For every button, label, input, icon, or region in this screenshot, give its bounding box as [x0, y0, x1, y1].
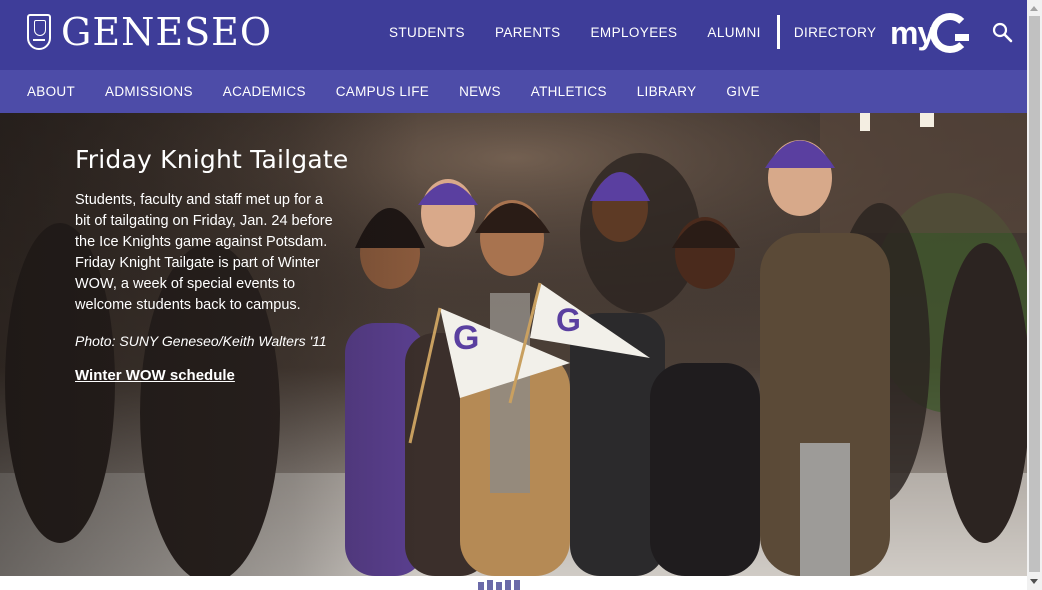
winter-wow-schedule-link[interactable]: Winter WOW schedule	[75, 365, 235, 386]
scroll-down-arrow-icon[interactable]	[1030, 579, 1038, 584]
hero-title: Friday Knight Tailgate	[75, 145, 349, 174]
nav-item-admissions[interactable]: ADMISSIONS	[105, 84, 193, 99]
mygeneseo-g-mark	[930, 13, 971, 53]
nav-item-athletics[interactable]: ATHLETICS	[531, 84, 607, 99]
hero-slide: G G Friday Knight Tailgate Students, fac…	[0, 113, 1027, 576]
main-nav: ABOUT ADMISSIONS ACADEMICS CAMPUS LIFE N…	[0, 70, 1027, 113]
utility-link-parents[interactable]: PARENTS	[495, 25, 561, 40]
pennant-letter: G	[453, 319, 479, 357]
hero-caption: Friday Knight Tailgate Students, faculty…	[75, 143, 349, 386]
mygeneseo-logo-icon[interactable]: my	[890, 12, 971, 54]
nav-item-academics[interactable]: ACADEMICS	[223, 84, 306, 99]
heading-fragment	[487, 580, 493, 590]
hero-body: Students, faculty and staff met up for a…	[75, 192, 333, 313]
college-seal-icon	[27, 14, 51, 50]
nav-item-give[interactable]: GIVE	[726, 84, 759, 99]
search-icon[interactable]	[990, 20, 1014, 44]
utility-link-employees[interactable]: EMPLOYEES	[591, 25, 678, 40]
utility-divider	[776, 15, 780, 49]
utility-link-directory[interactable]: DIRECTORY	[794, 25, 877, 40]
pennant-letter: G	[556, 302, 581, 338]
nav-item-library[interactable]: LIBRARY	[637, 84, 697, 99]
photo-credit: Photo: SUNY Geneseo/Keith Walters '11	[75, 333, 327, 349]
heading-fragment	[505, 580, 511, 590]
page-scrollbar[interactable]	[1027, 0, 1042, 590]
utility-link-alumni[interactable]: ALUMNI	[707, 25, 760, 40]
scrollbar-thumb[interactable]	[1029, 16, 1040, 572]
site-logo[interactable]: GENESEO	[27, 12, 272, 52]
heading-fragment	[514, 580, 520, 590]
mygeneseo-label: my	[890, 15, 935, 51]
nav-item-campus-life[interactable]: CAMPUS LIFE	[336, 84, 429, 99]
heading-fragment	[496, 582, 502, 590]
header-bar: GENESEO STUDENTS PARENTS EMPLOYEES ALUMN…	[0, 0, 1027, 70]
utility-link-students[interactable]: STUDENTS	[389, 25, 465, 40]
scroll-up-arrow-icon[interactable]	[1030, 6, 1038, 11]
heading-fragment	[478, 582, 484, 590]
nav-item-news[interactable]: NEWS	[459, 84, 501, 99]
next-section-heading-peek	[478, 580, 520, 590]
utility-nav: STUDENTS PARENTS EMPLOYEES ALUMNI DIRECT…	[389, 15, 877, 49]
site-wordmark: GENESEO	[61, 10, 273, 54]
nav-item-about[interactable]: ABOUT	[27, 84, 75, 99]
